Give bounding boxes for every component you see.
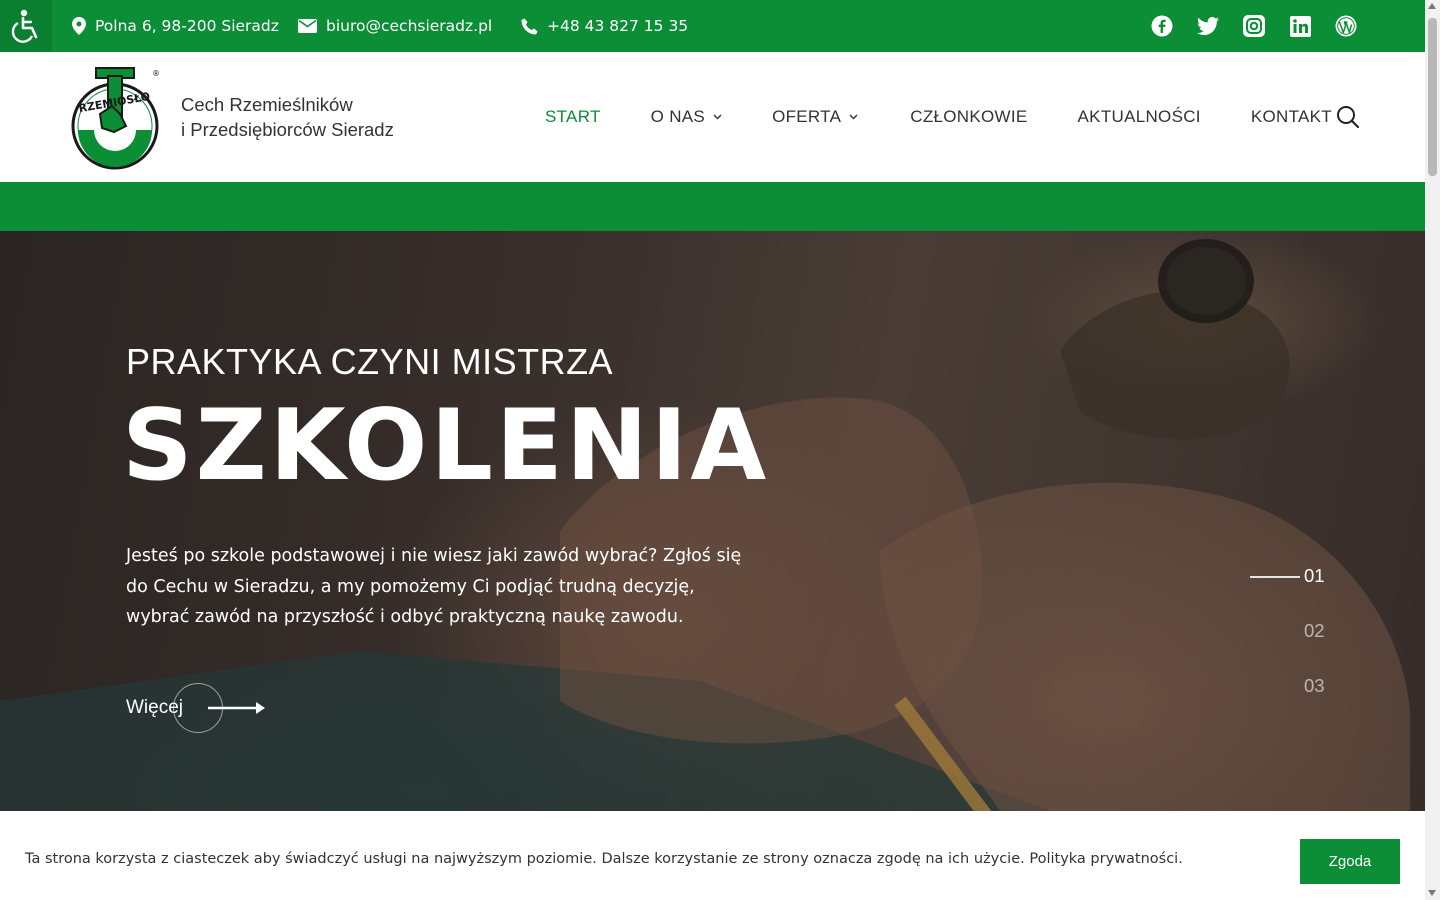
- hero-description: Jesteś po szkole podstawowej i nie wiesz…: [126, 546, 742, 627]
- phone-icon: [521, 18, 538, 34]
- nav-o-nas[interactable]: O NAS: [651, 107, 722, 127]
- cookie-bar: Ta strona korzysta z ciasteczek aby świa…: [0, 811, 1425, 900]
- phone-item[interactable]: +48 43 827 15 35: [521, 0, 688, 52]
- green-band: [0, 182, 1425, 231]
- nav-oferta[interactable]: OFERTA: [772, 107, 858, 127]
- address-item: Polna 6, 98-200 Sieradz: [72, 0, 279, 52]
- email-item[interactable]: biuro@cechsieradz.pl: [298, 0, 492, 52]
- address-text: Polna 6, 98-200 Sieradz: [95, 17, 279, 35]
- slide-01[interactable]: 01: [1304, 565, 1325, 587]
- phone-link[interactable]: +48 43 827 15 35: [547, 17, 688, 35]
- hero-title: SZKOLENIA: [122, 389, 770, 503]
- linkedin-icon[interactable]: [1288, 14, 1312, 38]
- slide-03[interactable]: 03: [1304, 675, 1325, 697]
- instagram-icon[interactable]: [1242, 14, 1266, 38]
- cookie-accept-button[interactable]: Zgoda: [1300, 839, 1400, 884]
- chevron-down-icon: [849, 114, 858, 120]
- hero-slider: PRAKTYKA CZYNI MISTRZA SZKOLENIA Jesteś …: [0, 231, 1425, 811]
- nav-o-nas-label: O NAS: [650, 107, 706, 126]
- nav-czlonkowie[interactable]: CZŁONKOWIE: [910, 107, 1027, 127]
- active-slide-line: [1250, 576, 1300, 578]
- nav-kontakt-label: KONTAKT: [1250, 107, 1332, 126]
- brand-line-1: Cech Rzemieślników: [181, 94, 353, 115]
- top-bar: Polna 6, 98-200 Sieradz biuro@cechsierad…: [0, 0, 1425, 52]
- nav-start[interactable]: START: [545, 107, 601, 127]
- svg-text:®: ®: [152, 69, 160, 78]
- brand-line-2: i Przedsiębiorców Sieradz: [181, 119, 394, 140]
- more-button[interactable]: Więcej: [126, 683, 276, 733]
- scroll-up-arrow[interactable]: [1428, 3, 1436, 9]
- site-header: RZEMIOSŁO ® Cech Rzemieślników i Przedsi…: [0, 52, 1425, 182]
- social-links: [1150, 14, 1358, 38]
- nav-aktualnosci[interactable]: AKTUALNOŚCI: [1078, 107, 1201, 127]
- main-nav: START O NAS OFERTA CZŁONKOWIE AKTUALNOŚC…: [545, 52, 1332, 182]
- nav-kontakt[interactable]: KONTAKT: [1251, 107, 1332, 127]
- hero-subtitle: PRAKTYKA CZYNI MISTRZA: [126, 341, 614, 382]
- twitter-icon[interactable]: [1196, 14, 1220, 38]
- nav-start-label: START: [545, 107, 601, 126]
- brand-name[interactable]: Cech Rzemieślników i Przedsiębiorców Sie…: [181, 92, 394, 142]
- nav-aktualnosci-label: AKTUALNOŚCI: [1077, 107, 1201, 126]
- nav-oferta-label: OFERTA: [772, 107, 842, 126]
- mail-icon: [298, 19, 317, 33]
- accessibility-button[interactable]: [0, 0, 52, 52]
- wordpress-icon[interactable]: [1334, 14, 1358, 38]
- wheelchair-icon: [11, 9, 38, 43]
- scrollbar[interactable]: [1425, 0, 1440, 900]
- arrow-right-icon: [208, 702, 265, 714]
- rzemioslo-logo[interactable]: RZEMIOSŁO ®: [70, 66, 162, 170]
- map-pin-icon: [72, 17, 86, 35]
- search-icon[interactable]: [1336, 105, 1360, 129]
- slide-02[interactable]: 02: [1304, 620, 1325, 642]
- chevron-down-icon: [713, 114, 722, 120]
- nav-czlonkowie-label: CZŁONKOWIE: [910, 107, 1028, 126]
- cookie-text: Ta strona korzysta z ciasteczek aby świa…: [25, 851, 1183, 867]
- facebook-icon[interactable]: [1150, 14, 1174, 38]
- scroll-down-arrow[interactable]: [1428, 890, 1436, 896]
- email-link[interactable]: biuro@cechsieradz.pl: [326, 17, 492, 35]
- scrollbar-thumb[interactable]: [1428, 18, 1437, 176]
